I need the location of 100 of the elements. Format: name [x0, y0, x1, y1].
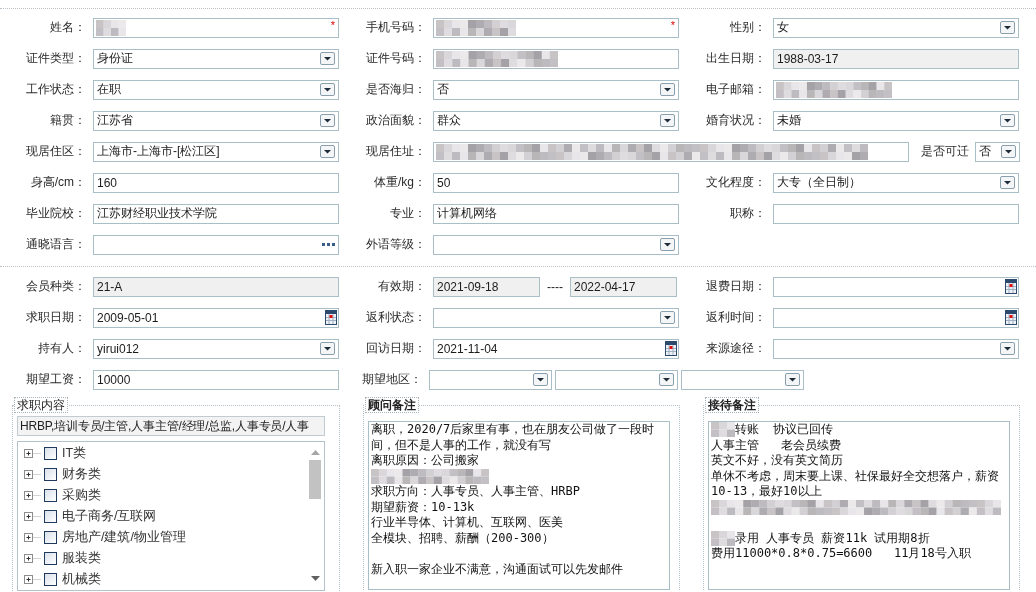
- field-label: 毕业院校：: [25, 205, 86, 222]
- dropdown-field[interactable]: [681, 369, 804, 390]
- checkbox[interactable]: [44, 468, 57, 481]
- dropdown-field[interactable]: 身份证: [93, 48, 339, 69]
- field-label: 政治面貌：: [365, 112, 426, 129]
- pixelated-text-drawing: [711, 530, 735, 546]
- expand-icon[interactable]: [24, 575, 41, 584]
- scroll-down-arrow-icon[interactable]: [310, 576, 320, 581]
- text-field[interactable]: 160: [93, 172, 339, 193]
- date-field[interactable]: 2021-11-04: [433, 338, 679, 359]
- field-label: 来源途径：: [705, 340, 766, 357]
- text-field[interactable]: [773, 79, 1019, 100]
- field-label: 证件号码：: [365, 50, 426, 67]
- readonly-field: 21-A: [93, 276, 339, 297]
- dropdown-field[interactable]: 上海市-上海市-[松江区]: [93, 141, 339, 162]
- expand-icon[interactable]: [24, 491, 41, 500]
- notes-textarea[interactable]: 离职，2020/7后家里有事，也在朋友公司做了一段时 间，但不是人事的工作，就没有写 离职原因：公司搬家 求职方向：人事专员、人事主管、HRBP 期望薪资：10-13k 行业半导体、计算机、互联网、医美 全模块、招聘、薪酬（200-300） 新入职一家企业不满意，沟通面试可以先发邮件: [368, 421, 670, 590]
- required-asterisk: *: [330, 19, 335, 31]
- field-label: 是否可迁: [921, 143, 969, 160]
- calendar-icon[interactable]: [1005, 279, 1017, 294]
- dropdown-field[interactable]: 江苏省: [93, 110, 339, 131]
- dropdown-field[interactable]: [433, 307, 679, 328]
- tree-item-label[interactable]: 电子商务/互联网: [62, 508, 157, 525]
- field-label: 返利时间：: [705, 309, 766, 326]
- field-label: 外语等级：: [365, 236, 426, 253]
- text-field[interactable]: [433, 48, 679, 69]
- tree-item-label[interactable]: IT类: [62, 445, 87, 462]
- calendar-icon[interactable]: [325, 310, 337, 325]
- expand-icon[interactable]: [24, 512, 41, 521]
- ellipsis-icon[interactable]: [322, 243, 335, 246]
- readonly-field: 2022-04-17: [570, 276, 677, 297]
- text-field[interactable]: 计算机网络: [433, 203, 679, 224]
- checkbox[interactable]: [44, 552, 57, 565]
- field-label: 现居住址：: [365, 143, 426, 160]
- dropdown-field[interactable]: 群众: [433, 110, 679, 131]
- expand-icon[interactable]: [24, 470, 41, 479]
- field-label: 姓名：: [49, 19, 86, 36]
- expand-icon[interactable]: [24, 554, 41, 563]
- dropdown-field[interactable]: 未婚: [773, 110, 1019, 131]
- checkbox[interactable]: [44, 447, 57, 460]
- field-label: 婚育状况：: [705, 112, 766, 129]
- pixelated-text-drawing: [96, 19, 126, 36]
- field-label: 出生日期：: [705, 50, 766, 67]
- field-label: 返利状态：: [365, 309, 426, 326]
- field-label: 工作状态：: [25, 81, 86, 98]
- tree-item-label[interactable]: 房地产/建筑/物业管理: [62, 529, 186, 546]
- dropdown-field[interactable]: [433, 234, 679, 255]
- expand-icon[interactable]: [24, 533, 41, 542]
- field-label: 退费日期：: [705, 278, 766, 295]
- field-label: 持有人：: [37, 340, 86, 357]
- tree-item-label[interactable]: 采购类: [62, 487, 101, 504]
- dropdown-field[interactable]: 否: [975, 141, 1020, 162]
- date-field[interactable]: [773, 276, 1019, 297]
- calendar-icon[interactable]: [665, 341, 677, 356]
- checkbox[interactable]: [44, 573, 57, 586]
- field-label: 证件类型：: [25, 50, 86, 67]
- dropdown-field[interactable]: yirui012: [93, 338, 339, 359]
- field-label: 电子邮箱：: [705, 81, 766, 98]
- field-label: 现居住区：: [25, 143, 86, 160]
- field-label: 文化程度：: [705, 174, 766, 191]
- field-label: 有效期：: [377, 278, 426, 295]
- field-label: 专业：: [389, 205, 426, 222]
- field-label: 职称：: [729, 205, 766, 222]
- notes-textarea[interactable]: 转账 协议已回传 人事主管 老会员续费 英文不好，没有英文简历 单休不考虑，周末要上课、社保最好全交想落户，薪资 10-13，最好10以上 录用 人事专员 薪资11k 试用期8折 费用11000*0.8*0.75=6600 11月18号入职: [708, 421, 1010, 590]
- text-field[interactable]: 江苏财经职业技术学院: [93, 203, 339, 224]
- date-field[interactable]: 2009-05-01: [93, 307, 339, 328]
- checkbox[interactable]: [44, 531, 57, 544]
- group-box-title: 求职内容: [14, 397, 68, 413]
- group-box-title: 接待备注: [705, 397, 759, 413]
- text-field[interactable]: [773, 203, 1019, 224]
- dropdown-field[interactable]: 女: [773, 17, 1019, 38]
- date-field[interactable]: [773, 307, 1019, 328]
- dropdown-field[interactable]: 在职: [93, 79, 339, 100]
- text-field[interactable]: 10000: [93, 369, 339, 390]
- tree-item-label[interactable]: 机械类: [62, 571, 101, 588]
- field-label: 回访日期：: [365, 340, 426, 357]
- dropdown-field[interactable]: 否: [433, 79, 679, 100]
- tree-item-label[interactable]: 财务类: [62, 466, 101, 483]
- expand-icon[interactable]: [24, 449, 41, 458]
- readonly-field: HRBP,培训专员/主管,人事主管/经理/总监,人事专员/人事: [17, 416, 325, 436]
- checkbox[interactable]: [44, 489, 57, 502]
- field-label: 身高/cm：: [29, 174, 86, 191]
- text-field[interactable]: 50: [433, 172, 679, 193]
- scrollbar-thumb[interactable]: [309, 460, 321, 499]
- field-label: 期望地区：: [361, 371, 422, 388]
- dropdown-field[interactable]: [429, 369, 552, 390]
- field-label: 籍贯：: [49, 112, 86, 129]
- required-asterisk: *: [670, 19, 675, 31]
- field-label: 求职日期：: [25, 309, 86, 326]
- text-field[interactable]: [433, 141, 909, 162]
- dropdown-field[interactable]: 大专（全日制）: [773, 172, 1019, 193]
- text-field[interactable]: *: [93, 17, 339, 38]
- dropdown-field[interactable]: [773, 338, 1019, 359]
- tree-item-label[interactable]: 服装类: [62, 550, 101, 567]
- lookup-field[interactable]: [93, 234, 339, 255]
- dropdown-field[interactable]: [555, 369, 678, 390]
- calendar-icon[interactable]: [1005, 310, 1017, 325]
- field-label: 期望工资：: [25, 371, 86, 388]
- text-field[interactable]: *: [433, 17, 679, 38]
- checkbox[interactable]: [44, 510, 57, 523]
